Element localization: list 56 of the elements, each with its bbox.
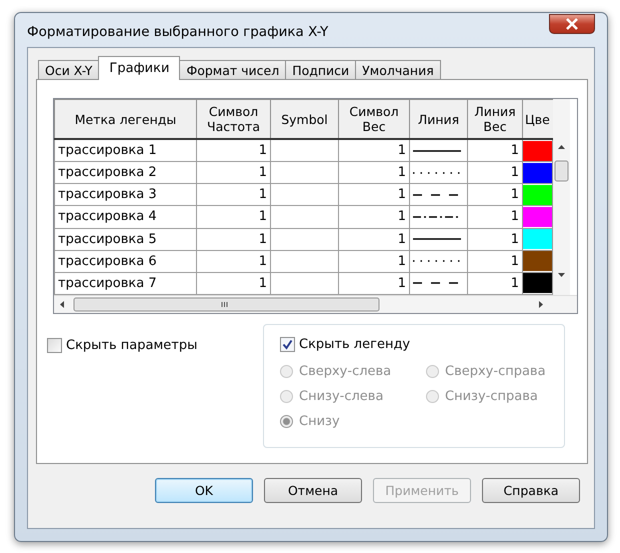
table-cell: 1: [338, 162, 410, 184]
table-cell: 1: [338, 184, 410, 206]
table-cell: 1: [196, 228, 270, 250]
table-cell: 1: [338, 228, 410, 250]
radio-label: Снизу-справа: [445, 389, 538, 404]
table-cell: трассировка 6: [54, 250, 196, 272]
radio-label: Сверху-слева: [299, 364, 392, 379]
tab[interactable]: Подписи: [285, 60, 356, 80]
column-header[interactable]: Цве: [522, 100, 552, 139]
table-cell: 1: [196, 184, 270, 206]
table-cell: 1: [338, 250, 410, 272]
checkbox-label: Скрыть легенду: [299, 337, 410, 352]
checkmark-icon: [282, 339, 293, 350]
radio-label: Снизу: [299, 414, 340, 429]
dialog-button[interactable]: OK: [155, 478, 253, 503]
table-cell: трассировка 2: [54, 162, 196, 184]
column-header[interactable]: Symbol: [270, 100, 338, 139]
tab[interactable]: Графики: [98, 56, 180, 80]
table-cell: трассировка 4: [54, 206, 196, 228]
color-swatch[interactable]: [523, 140, 552, 161]
checkbox-label: Скрыть параметры: [66, 338, 198, 353]
table-cell: 1: [196, 139, 270, 162]
column-header[interactable]: Символ Частота: [196, 100, 270, 139]
color-swatch[interactable]: [523, 229, 552, 250]
radio-label: Сверху-справа: [445, 364, 546, 379]
column-header[interactable]: Символ Вес: [338, 100, 410, 139]
column-header[interactable]: Метка легенды: [54, 100, 196, 139]
tab[interactable]: Формат чисел: [179, 60, 286, 80]
table-cell: 1: [338, 139, 410, 162]
checkbox[interactable]: [47, 338, 62, 353]
table-cell: 1: [338, 206, 410, 228]
tab[interactable]: Оси X-Y: [38, 60, 100, 80]
table-cell: 1: [196, 162, 270, 184]
color-swatch[interactable]: [523, 251, 552, 272]
table-cell: трассировка 5: [54, 228, 196, 250]
dialog-button[interactable]: Отмена: [264, 478, 362, 503]
color-swatch[interactable]: [523, 184, 552, 205]
window-title: Форматирование выбранного графика X-Y: [27, 23, 328, 40]
color-swatch[interactable]: [523, 273, 552, 294]
table-cell: трассировка 1: [54, 139, 196, 162]
color-swatch[interactable]: [523, 162, 552, 183]
vertical-scrollbar[interactable]: [553, 99, 570, 295]
horizontal-scrollbar[interactable]: [54, 295, 577, 313]
close-button[interactable]: [549, 14, 595, 34]
tab[interactable]: Умолчания: [355, 60, 441, 80]
dialog-button[interactable]: Справка: [482, 478, 580, 503]
hide-parameters-checkbox[interactable]: Скрыть параметры: [47, 338, 263, 353]
close-icon: [565, 18, 579, 30]
radio-label: Снизу-слева: [299, 389, 384, 404]
table-cell: трассировка 3: [54, 184, 196, 206]
checkbox[interactable]: [280, 337, 295, 352]
column-header[interactable]: Линия Вес: [468, 100, 522, 139]
table-cell: 1: [196, 250, 270, 272]
table-cell: 1: [196, 206, 270, 228]
column-header[interactable]: Линия: [410, 100, 468, 139]
color-swatch[interactable]: [523, 206, 552, 227]
